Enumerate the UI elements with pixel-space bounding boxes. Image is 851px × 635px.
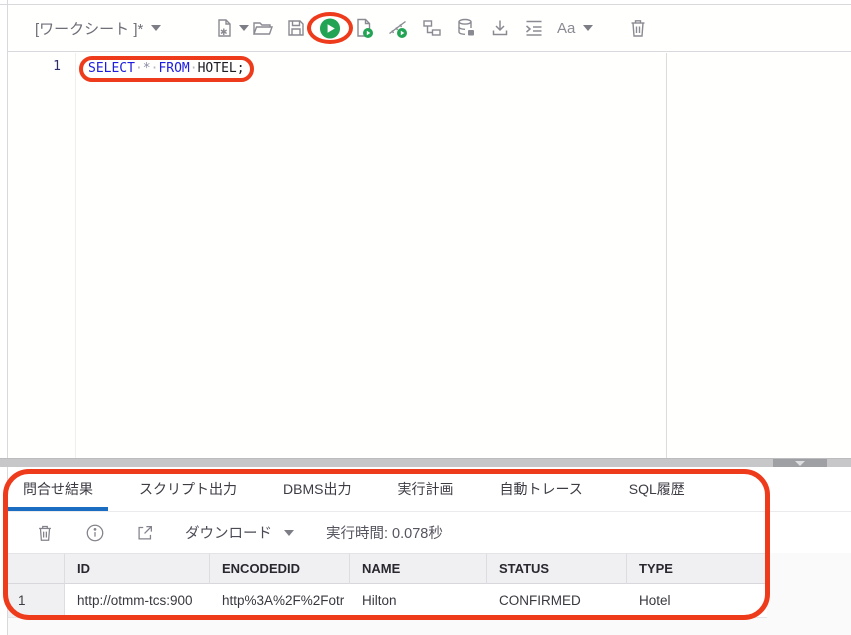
cell-status[interactable]: CONFIRMED [487, 584, 627, 618]
tab-script-output[interactable]: スクリプト出力 [124, 467, 252, 511]
collapse-down-icon [795, 461, 805, 466]
open-in-new-icon[interactable] [135, 523, 155, 543]
sql-token-whitespace: · [135, 61, 143, 76]
execution-time: 実行時間: 0.078秒 [326, 522, 443, 543]
column-header-encodedid[interactable]: ENCODEDID [210, 554, 350, 584]
sql-history-icon[interactable] [455, 17, 477, 39]
download-icon[interactable] [489, 17, 511, 39]
cell-name[interactable]: Hilton [350, 584, 487, 618]
sql-editor[interactable]: 1 SELECT·*·FROM·HOTEL; [8, 53, 851, 458]
editor-right-margin [666, 53, 667, 458]
chevron-down-icon [583, 25, 593, 31]
download-label: ダウンロード [185, 522, 272, 543]
results-grid: ID ENCODEDID NAME STATUS TYPE 1 http://o… [8, 553, 767, 618]
chevron-down-icon [284, 530, 294, 536]
worksheet-name: [ワークシート ]* [35, 18, 143, 39]
download-dropdown[interactable]: ダウンロード [185, 522, 294, 543]
new-worksheet-icon[interactable]: ✱ [213, 17, 235, 39]
editor-gutter: 1 [8, 53, 76, 458]
delete-result-icon[interactable] [35, 523, 55, 543]
autotrace-icon[interactable] [387, 17, 409, 39]
text-size-group[interactable]: Aa [557, 20, 593, 37]
table-row[interactable]: 1 http://otmm-tcs:900 http%3A%2F%2Fotr H… [8, 584, 767, 618]
format-code-icon[interactable] [523, 17, 545, 39]
worksheet-selector[interactable]: [ワークシート ]* [35, 18, 205, 39]
column-header-rownum[interactable] [8, 554, 65, 584]
clear-worksheet-icon[interactable] [627, 17, 649, 39]
column-header-type[interactable]: TYPE [627, 554, 767, 584]
text-size-label: Aa [557, 20, 575, 37]
cell-rownum[interactable]: 1 [8, 584, 65, 618]
cell-type[interactable]: Hotel [627, 584, 767, 618]
run-script-icon[interactable] [353, 17, 375, 39]
column-header-id[interactable]: ID [65, 554, 210, 584]
cell-id[interactable]: http://otmm-tcs:900 [65, 584, 210, 618]
tab-sql-history[interactable]: SQL履歴 [614, 467, 700, 511]
explain-plan-icon[interactable] [421, 17, 443, 39]
sql-token-identifier: HOTEL [198, 61, 237, 76]
worksheet-toolbar: [ワークシート ]* ✱ [8, 5, 851, 52]
column-header-status[interactable]: STATUS [487, 554, 627, 584]
results-tabs: 問合せ結果 スクリプト出力 DBMS出力 実行計画 自動トレース SQL履歴 [8, 467, 851, 512]
svg-text:✱: ✱ [220, 27, 228, 37]
panel-splitter[interactable] [0, 458, 851, 467]
cell-encodedid[interactable]: http%3A%2F%2Fotr [210, 584, 350, 618]
tab-explain-plan[interactable]: 実行計画 [382, 467, 468, 511]
sql-token-semicolon: ; [237, 61, 245, 76]
tab-dbms-output[interactable]: DBMS出力 [268, 467, 366, 511]
open-file-icon[interactable] [251, 17, 273, 39]
results-toolbar: ダウンロード 実行時間: 0.078秒 [8, 512, 851, 553]
sql-token-keyword: SELECT [88, 61, 135, 76]
sql-statement[interactable]: SELECT·*·FROM·HOTEL; [88, 60, 245, 78]
sql-token-star: * [143, 61, 151, 76]
info-icon[interactable] [85, 523, 105, 543]
chevron-down-icon [151, 25, 161, 31]
chevron-down-icon[interactable] [239, 25, 249, 31]
tab-query-result[interactable]: 問合せ結果 [8, 467, 108, 511]
run-statement-icon[interactable] [319, 17, 341, 39]
grid-header-row: ID ENCODEDID NAME STATUS TYPE [8, 553, 767, 584]
line-number: 1 [53, 59, 61, 74]
sql-token-keyword: FROM [158, 61, 189, 76]
results-panel: 問合せ結果 スクリプト出力 DBMS出力 実行計画 自動トレース SQL履歴 ダ… [8, 467, 851, 635]
new-worksheet-group[interactable]: ✱ [213, 17, 249, 39]
tab-autotrace[interactable]: 自動トレース [484, 467, 597, 511]
save-icon[interactable] [285, 17, 307, 39]
column-header-name[interactable]: NAME [350, 554, 487, 584]
sql-token-whitespace: · [190, 61, 198, 76]
